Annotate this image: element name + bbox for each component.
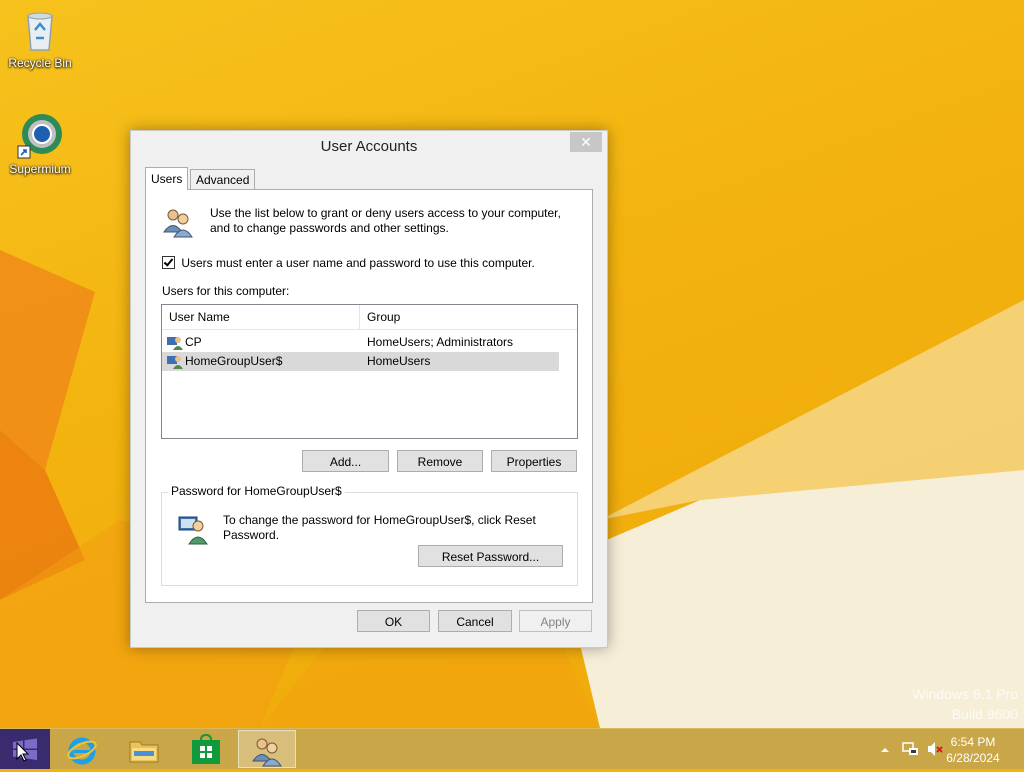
- desktop-icon-recycle-bin[interactable]: Recycle Bin: [0, 6, 80, 70]
- properties-button[interactable]: Properties: [491, 450, 577, 472]
- dialog-title: User Accounts: [320, 138, 418, 155]
- taskbar-file-explorer[interactable]: [116, 730, 172, 768]
- start-button[interactable]: [0, 729, 50, 769]
- close-icon: ✕: [580, 134, 592, 150]
- taskbar: 6:54 PM 6/28/2024: [0, 728, 1024, 769]
- tab-label: Users: [151, 172, 183, 186]
- column-header-user-name[interactable]: User Name: [162, 305, 360, 329]
- folder-icon: [129, 741, 159, 763]
- title-bar[interactable]: User Accounts ✕: [131, 131, 607, 161]
- tab-advanced[interactable]: Advanced: [190, 169, 256, 190]
- must-login-checkbox[interactable]: [162, 256, 175, 269]
- watermark-edition: Windows 8.1 Pro: [912, 686, 1018, 702]
- group-cell: HomeUsers: [367, 354, 431, 368]
- supermium-browser-icon: [17, 114, 62, 159]
- users-tab-panel: Use the list below to grant or deny user…: [145, 189, 593, 603]
- user-name-cell: HomeGroupUser$: [185, 354, 283, 368]
- user-icon: [167, 337, 183, 350]
- column-header-group[interactable]: Group: [360, 305, 577, 329]
- user-accounts-dialog: User Accounts ✕ Users Advanced Use the l…: [130, 130, 608, 648]
- intro-text: Use the list below to grant or deny user…: [210, 206, 561, 235]
- user-name-cell: CP: [185, 335, 202, 349]
- network-icon[interactable]: [902, 740, 920, 758]
- windows-start-icon: [13, 738, 37, 762]
- users-icon: [163, 209, 193, 238]
- clock[interactable]: 6:54 PM 6/28/2024: [938, 734, 1008, 766]
- watermark-build: Build 9600: [951, 706, 1018, 722]
- user-accounts-icon: [252, 738, 282, 767]
- group-cell: HomeUsers; Administrators: [367, 335, 514, 349]
- tab-label: Advanced: [196, 173, 250, 187]
- remove-button[interactable]: Remove: [397, 450, 483, 472]
- reset-password-button[interactable]: Reset Password...: [418, 545, 563, 567]
- tab-users[interactable]: Users: [145, 167, 189, 190]
- table-row[interactable]: HomeGroupUser$ HomeUsers: [162, 352, 559, 371]
- listview-header: User Name Group: [162, 305, 577, 330]
- taskbar-user-accounts[interactable]: [238, 730, 296, 768]
- desktop-icon-label: Supermium: [9, 162, 71, 176]
- ok-button[interactable]: OK: [357, 610, 430, 632]
- recycle-bin-icon: [27, 12, 53, 51]
- system-tray: 6:54 PM 6/28/2024: [864, 729, 1024, 769]
- close-button[interactable]: ✕: [570, 132, 602, 152]
- taskbar-internet-explorer[interactable]: [54, 730, 110, 768]
- user-password-icon: [178, 516, 208, 545]
- desktop-icon-supermium[interactable]: Supermium: [0, 112, 80, 176]
- table-row[interactable]: CP HomeUsers; Administrators: [162, 333, 577, 352]
- password-instructions: To change the password for HomeGroupUser…: [223, 513, 536, 542]
- must-login-checkbox-row[interactable]: Users must enter a user name and passwor…: [162, 256, 535, 270]
- password-group-legend: Password for HomeGroupUser$: [168, 484, 345, 498]
- cancel-button[interactable]: Cancel: [438, 610, 512, 632]
- clock-date: 6/28/2024: [946, 751, 1000, 765]
- apply-button[interactable]: Apply: [519, 610, 592, 632]
- taskbar-store[interactable]: [178, 730, 234, 768]
- users-list-label: Users for this computer:: [162, 284, 290, 298]
- user-icon: [167, 356, 183, 369]
- password-groupbox: Password for HomeGroupUser$ To change th…: [161, 484, 578, 586]
- checkbox-label: Users must enter a user name and passwor…: [181, 256, 535, 270]
- add-button[interactable]: Add...: [302, 450, 389, 472]
- store-icon: [192, 734, 220, 764]
- show-hidden-icons-icon[interactable]: [880, 745, 890, 755]
- users-listview[interactable]: User Name Group CP HomeUsers; Administra…: [161, 304, 578, 439]
- desktop-icon-label: Recycle Bin: [8, 56, 72, 70]
- os-watermark: Windows 8.1 Pro Build 9600: [912, 684, 1018, 724]
- clock-time: 6:54 PM: [950, 735, 996, 749]
- internet-explorer-icon: [67, 737, 97, 765]
